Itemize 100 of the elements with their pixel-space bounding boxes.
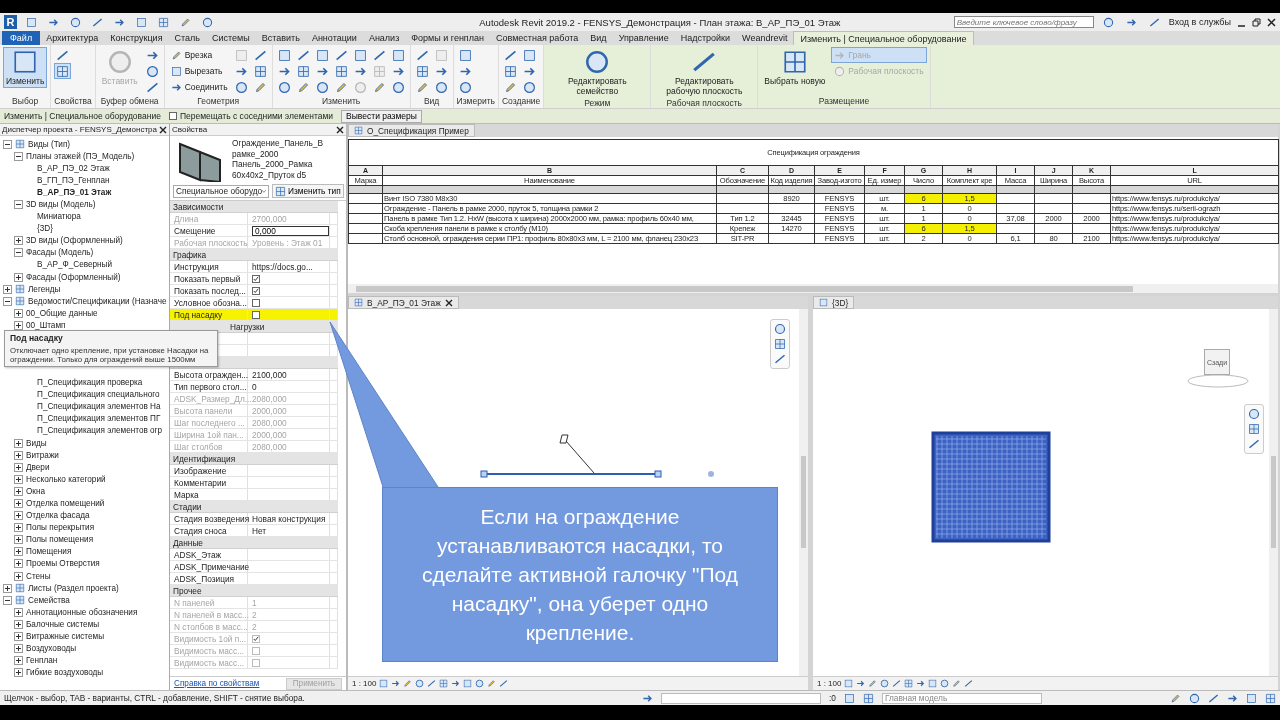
ribbon-tab[interactable]: Сталь <box>168 31 206 45</box>
tree-item[interactable]: П_Спецификация элементов На <box>37 402 161 412</box>
edit-type-button[interactable]: Изменить тип <box>272 184 344 198</box>
group-header[interactable]: Прочее <box>170 585 338 597</box>
close-icon[interactable] <box>336 125 344 134</box>
expand-toggle[interactable] <box>14 450 23 460</box>
ribbon-tab[interactable]: Конструкция <box>104 31 169 45</box>
tree-item[interactable]: Аннотационные обозначения <box>26 607 138 617</box>
ribbon-tab[interactable]: Системы <box>206 31 256 45</box>
ribbon-tab[interactable]: Изменить | Специальное оборудование <box>793 31 974 45</box>
tree-item[interactable]: Стены <box>26 571 51 581</box>
ribbon-tab[interactable]: Управление <box>612 31 675 45</box>
property-value[interactable]: Нет <box>252 525 267 536</box>
expand-toggle[interactable] <box>14 559 23 569</box>
ribbon-tab[interactable]: Аннотации <box>305 31 363 45</box>
checkbox[interactable] <box>252 274 260 283</box>
ribbon-tab[interactable]: Файл <box>2 31 41 45</box>
tree-item[interactable]: Семейства <box>28 595 70 605</box>
tree-item[interactable]: Фасады (Оформленный) <box>26 272 121 282</box>
expand-toggle[interactable] <box>14 523 23 533</box>
tree-item[interactable]: Витражные системы <box>26 632 105 641</box>
expand-toggle[interactable] <box>14 619 23 629</box>
expand-toggle[interactable] <box>14 474 23 484</box>
expand-toggle[interactable] <box>14 535 23 545</box>
help-link[interactable]: Справка по свойствам <box>174 679 260 688</box>
tree-item[interactable]: 00_Штамп <box>26 320 66 330</box>
tree-item[interactable]: Легенды <box>28 284 61 294</box>
tree-item[interactable]: Виды (Тип) <box>28 139 71 149</box>
close-icon[interactable] <box>1267 17 1276 27</box>
expand-toggle[interactable] <box>14 248 23 258</box>
ribbon-button[interactable]: Изменить <box>3 47 48 88</box>
property-value[interactable]: 2100,000 <box>252 369 287 380</box>
expand-toggle[interactable] <box>3 139 12 149</box>
ribbon-button[interactable]: Врезка <box>167 47 231 63</box>
tree-item[interactable]: Виды <box>26 438 47 448</box>
expand-toggle[interactable] <box>3 296 12 306</box>
tree-item[interactable]: Двери <box>26 462 50 472</box>
expand-toggle[interactable] <box>14 511 23 521</box>
tree-item[interactable]: Ведомости/Спецификации (Назначе <box>28 296 167 306</box>
ribbon-button[interactable]: Выбрать новую <box>761 47 829 88</box>
ribbon-tab[interactable]: Надстройки <box>674 31 737 45</box>
tree-item[interactable]: Планы этажей (ПЭ_Модель) <box>26 151 135 161</box>
search-field[interactable]: Введите ключевое слово/фразу <box>953 16 1094 28</box>
tree-item[interactable]: Окна <box>26 486 46 496</box>
tree-item[interactable]: Генплан <box>26 656 58 666</box>
expand-toggle[interactable] <box>14 151 23 161</box>
checkbox[interactable] <box>252 310 260 319</box>
expand-toggle[interactable] <box>14 462 23 472</box>
sign-in-link[interactable]: Вход в службы <box>1168 17 1231 27</box>
ribbon-tab[interactable]: Анализ <box>362 31 406 45</box>
expand-toggle[interactable] <box>14 272 23 282</box>
view-scale[interactable]: 1 : 100 <box>817 679 842 688</box>
ribbon-button[interactable]: Вырезать <box>167 63 231 79</box>
tree-item[interactable]: Полы помещения <box>26 535 94 545</box>
ribbon-tab[interactable]: Формы и генплан <box>405 31 490 45</box>
expand-toggle[interactable] <box>14 200 23 209</box>
checkbox[interactable] <box>168 112 177 120</box>
tree-item[interactable]: П_Спецификация проверка <box>37 378 143 388</box>
expand-toggle[interactable] <box>3 583 12 593</box>
tree-item[interactable]: 00_Общие данные <box>26 308 98 318</box>
tree-item[interactable]: Отделка помещений <box>26 499 105 508</box>
tree-item[interactable]: Полы перекрытия <box>26 523 95 533</box>
tree-item[interactable]: В_АР_ПЭ_01 Этаж <box>37 187 112 197</box>
group-header[interactable]: Идентификация <box>170 453 338 465</box>
ribbon-tab[interactable]: Совместная работа <box>489 31 585 45</box>
ribbon-tab[interactable]: Вставить <box>255 31 306 45</box>
tree-item[interactable]: 3D виды (Оформленный) <box>26 236 123 246</box>
app-logo[interactable]: R <box>4 15 17 29</box>
category-dropdown[interactable]: Специальное оборудо <box>173 184 269 198</box>
tree-item[interactable]: Балочные системы <box>26 619 100 629</box>
close-icon[interactable] <box>159 125 167 134</box>
group-header[interactable]: Зависимости <box>170 201 338 213</box>
expand-toggle[interactable] <box>14 571 23 581</box>
view-tab[interactable]: В_АР_ПЭ_01 Этаж <box>348 296 459 309</box>
ribbon-tab[interactable]: Архитектура <box>40 31 105 45</box>
expand-toggle[interactable] <box>3 284 12 294</box>
tree-item[interactable]: В_АР_Ф_Северный <box>37 260 113 270</box>
expand-toggle[interactable] <box>3 595 12 605</box>
expand-toggle[interactable] <box>14 320 23 330</box>
property-field[interactable]: 0,000 <box>252 225 329 236</box>
tree-item[interactable]: П_Спецификация специального <box>37 390 160 400</box>
checkbox[interactable] <box>252 298 260 307</box>
property-value[interactable]: 0 <box>252 381 257 392</box>
tree-item[interactable]: Миниатюра <box>37 212 81 222</box>
tree-item[interactable]: В_ГП_ПЭ_Генплан <box>37 175 110 185</box>
ribbon-button[interactable]: Редактировать семейство <box>547 47 648 98</box>
tree-item[interactable]: Фасады (Модель) <box>26 248 94 258</box>
tree-item[interactable]: Проемы Отверстия <box>26 559 100 569</box>
tool-button[interactable] <box>54 63 72 79</box>
tree-item[interactable]: П_Спецификация элементов огр <box>37 426 163 436</box>
fence-panel-drawing[interactable] <box>931 430 1051 544</box>
view-tab[interactable]: О_Спецификация Пример <box>348 124 475 137</box>
tree-item[interactable]: Несколько категорий <box>26 474 106 484</box>
group-header[interactable]: Данные <box>170 537 338 549</box>
property-value[interactable]: Новая конструкция <box>252 513 326 524</box>
expand-toggle[interactable] <box>14 236 23 246</box>
tree-item[interactable]: Помещения <box>26 547 72 557</box>
tree-item[interactable]: Витражи <box>26 450 59 460</box>
expand-toggle[interactable] <box>14 668 23 678</box>
group-header[interactable]: Стадии <box>170 501 338 513</box>
